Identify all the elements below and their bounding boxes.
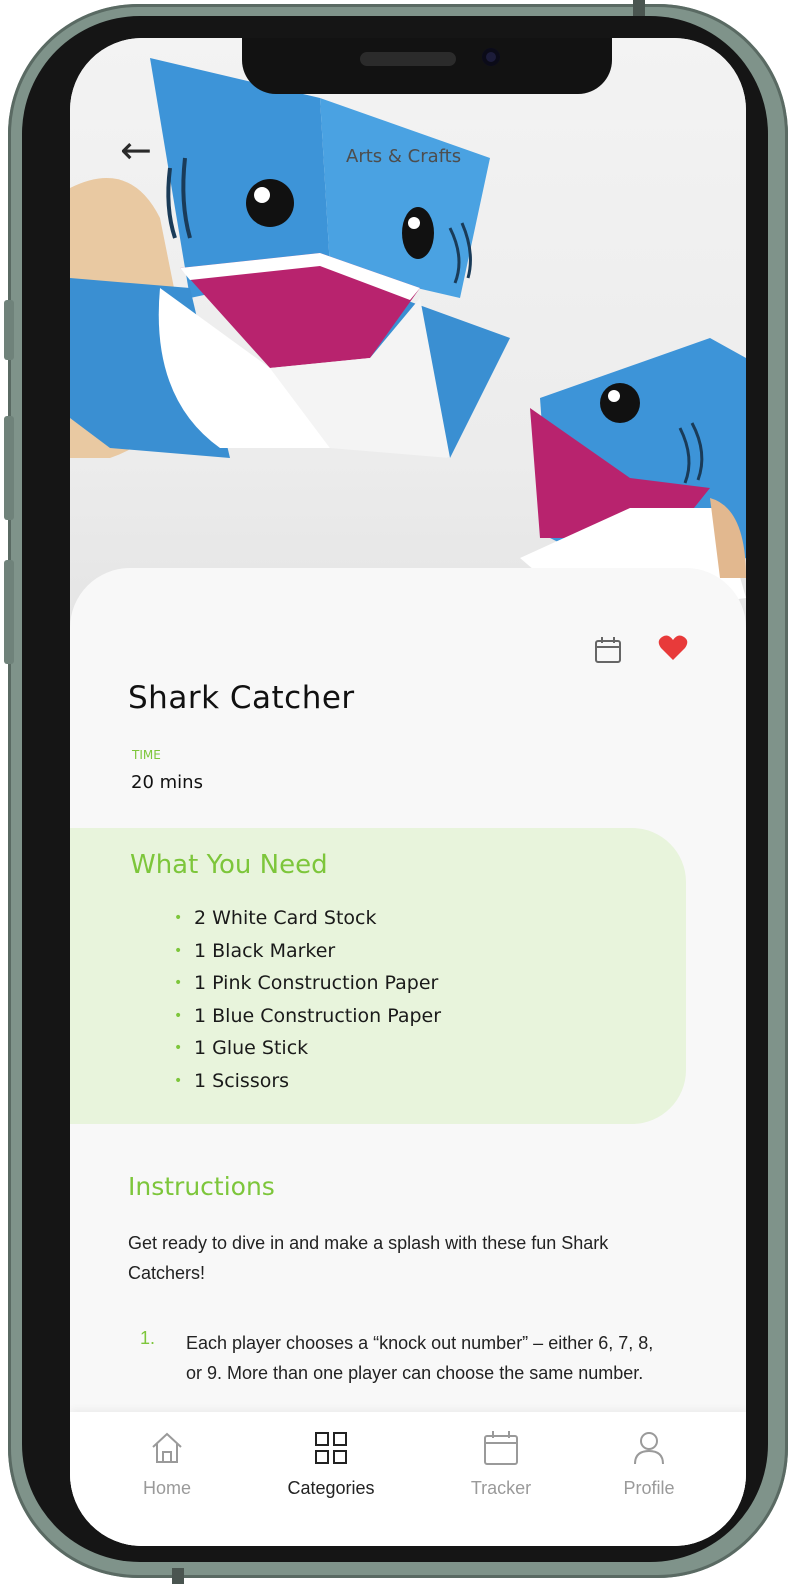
step-number: 1.	[140, 1328, 156, 1348]
back-arrow-icon[interactable]: ←	[120, 128, 152, 172]
screen: ← Arts & Crafts Shark Catcher TIME 20 mi…	[70, 38, 746, 1546]
time-label: TIME	[132, 748, 161, 762]
material-item: 1 Blue Construction Paper	[174, 1000, 441, 1033]
notch	[242, 38, 612, 94]
front-camera	[482, 48, 500, 66]
activity-card: Shark Catcher TIME 20 mins What You Need…	[70, 568, 746, 1546]
tab-tracker-label: Tracker	[470, 1478, 532, 1498]
tab-tracker[interactable]: Tracker	[436, 1412, 566, 1512]
material-item: 1 Scissors	[174, 1065, 441, 1098]
tab-profile-label: Profile	[623, 1478, 675, 1498]
category-title: Arts & Crafts	[346, 146, 462, 167]
favorite-heart-icon[interactable]	[658, 634, 688, 662]
material-item: 2 White Card Stock	[174, 902, 441, 935]
volume-up-button	[4, 416, 14, 520]
volume-down-button	[4, 560, 14, 664]
time-value: 20 mins	[131, 772, 203, 793]
what-you-need-title: What You Need	[130, 850, 328, 880]
instructions-intro: Get ready to dive in and make a splash w…	[128, 1233, 609, 1283]
material-item: 1 Pink Construction Paper	[174, 967, 441, 1000]
step-text: Each player chooses a “knock out number”…	[186, 1333, 654, 1383]
person-icon	[634, 1432, 664, 1465]
calendar-add-icon[interactable]	[594, 636, 622, 664]
calendar-icon	[484, 1431, 518, 1465]
instructions-title: Instructions	[128, 1172, 275, 1201]
shark-puppet-illustration	[70, 58, 746, 618]
bottom-tab-bar: Home Categories Tracker Profile	[70, 1412, 746, 1546]
antenna-band	[172, 1568, 184, 1584]
hero-image: ← Arts & Crafts	[70, 38, 746, 638]
tab-home-label: Home	[142, 1478, 191, 1498]
tab-categories[interactable]: Categories	[266, 1412, 396, 1512]
speaker	[360, 52, 456, 66]
mute-switch	[4, 300, 14, 360]
material-item: 1 Glue Stick	[174, 1032, 441, 1065]
material-item: 1 Black Marker	[174, 935, 441, 968]
activity-title: Shark Catcher	[128, 680, 355, 716]
materials-list: 2 White Card Stock 1 Black Marker 1 Pink…	[174, 902, 441, 1097]
what-you-need-panel: What You Need 2 White Card Stock 1 Black…	[70, 828, 686, 1124]
tab-profile[interactable]: Profile	[584, 1412, 714, 1512]
tab-home[interactable]: Home	[102, 1412, 232, 1512]
grid-icon	[315, 1432, 347, 1464]
tab-categories-label: Categories	[287, 1478, 375, 1498]
home-icon	[152, 1432, 182, 1463]
